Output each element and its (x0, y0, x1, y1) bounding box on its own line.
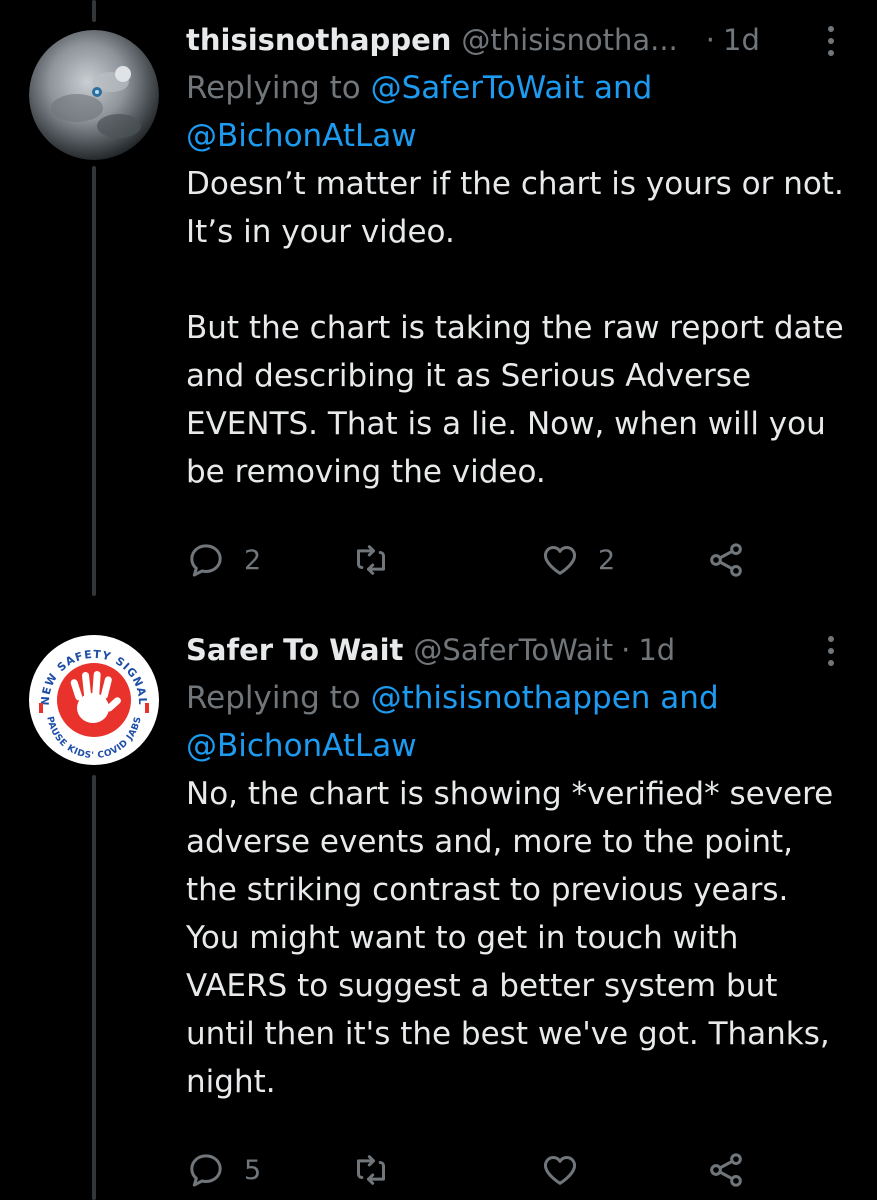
share-button[interactable] (706, 1148, 746, 1192)
reply-count: 5 (244, 1154, 262, 1186)
heart-icon (543, 1156, 577, 1185)
more-icon[interactable] (827, 26, 835, 62)
reply-count: 2 (244, 544, 262, 576)
handle[interactable]: @SaferToWait (413, 630, 613, 670)
share-icon (710, 1153, 742, 1187)
mention-link[interactable]: @BichonAtLaw (186, 118, 417, 154)
display-name[interactable]: thisisnothappen (186, 20, 451, 60)
mention-link[interactable]: @thisisnothappen and (371, 680, 719, 716)
display-name[interactable]: Safer To Wait (186, 630, 403, 670)
avatar[interactable]: NEW SAFETY SIGNAL PAUSE KIDS' COVID JABS (29, 635, 159, 765)
replying-to: Replying to @thisisnothappen and @Bichon… (186, 674, 847, 770)
tweet-header: thisisnothappen @thisisnotha... · 1d (186, 20, 847, 60)
like-count: 2 (598, 544, 616, 576)
timestamp[interactable]: 1d (638, 630, 675, 670)
more-icon[interactable] (827, 636, 835, 672)
separator-dot: · (621, 633, 631, 667)
tweet-text: Doesn’t matter if the chart is yours or … (186, 160, 847, 496)
reply-button[interactable]: 2 (186, 538, 261, 582)
moon-surface-avatar-icon (29, 30, 159, 160)
heart-icon (543, 546, 577, 575)
tweet-2[interactable]: NEW SAFETY SIGNAL PAUSE KIDS' COVID JABS… (0, 600, 877, 1200)
retweet-button[interactable] (351, 1148, 391, 1192)
replying-prefix: Replying to (186, 70, 371, 106)
mention-link[interactable]: @SaferToWait and (371, 70, 653, 106)
tweet-text: No, the chart is showing *verified* seve… (186, 770, 847, 1106)
mention-link[interactable]: @BichonAtLaw (186, 728, 417, 764)
red-hand-avatar-icon: NEW SAFETY SIGNAL PAUSE KIDS' COVID JABS (30, 636, 158, 764)
avatar[interactable] (29, 30, 159, 160)
tweet-paragraph: But the chart is taking the raw report d… (186, 310, 844, 490)
like-button[interactable] (540, 1148, 580, 1192)
action-bar: 5 (186, 1148, 756, 1192)
replying-to: Replying to @SaferToWait and @BichonAtLa… (186, 64, 847, 160)
tweet-paragraph: Doesn’t matter if the chart is yours or … (186, 166, 844, 250)
retweet-icon (357, 545, 385, 575)
action-bar: 2 2 (186, 538, 756, 582)
share-icon (710, 543, 742, 577)
retweet-button[interactable] (351, 538, 391, 582)
reply-icon (190, 544, 222, 577)
tweet-paragraph: No, the chart is showing *verified* seve… (186, 776, 834, 1100)
retweet-icon (357, 1155, 385, 1185)
reply-icon (190, 1154, 222, 1187)
tweet-header: Safer To Wait @SaferToWait · 1d (186, 630, 847, 670)
handle[interactable]: @thisisnotha... (461, 20, 677, 60)
separator-dot: · (705, 23, 715, 57)
like-button[interactable]: 2 (540, 538, 615, 582)
tweet-1[interactable]: thisisnothappen @thisisnotha... · 1d Rep… (0, 0, 877, 600)
replying-prefix: Replying to (186, 680, 371, 716)
share-button[interactable] (706, 538, 746, 582)
reply-button[interactable]: 5 (186, 1148, 261, 1192)
timestamp[interactable]: 1d (723, 20, 760, 60)
